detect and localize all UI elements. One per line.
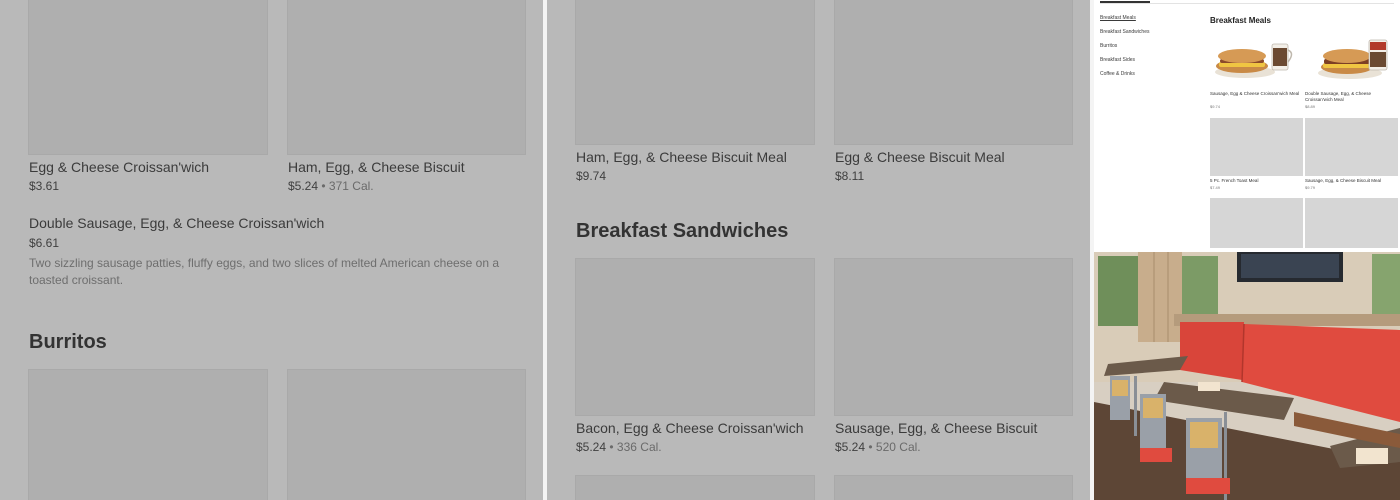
item-name[interactable]: Ham, Egg, & Cheese Biscuit Meal bbox=[576, 149, 787, 165]
item-calories: 336 Cal. bbox=[616, 440, 662, 454]
item-name[interactable]: Ham, Egg, & Cheese Biscuit bbox=[288, 159, 465, 175]
meal-card-image[interactable] bbox=[1305, 30, 1398, 88]
restaurant-interior-image bbox=[1094, 252, 1400, 500]
menu-section-heading: Breakfast Meals bbox=[1210, 16, 1271, 25]
restaurant-interior-photo bbox=[1094, 252, 1400, 500]
item-image-placeholder[interactable] bbox=[834, 258, 1073, 416]
item-name[interactable]: Sausage, Egg, & Cheese Biscuit bbox=[835, 420, 1037, 436]
item-price: $5.24 bbox=[835, 440, 866, 454]
item-calories: 371 Cal. bbox=[328, 179, 374, 193]
meal-card-name[interactable]: Sausage, Egg, & Cheese Biscuit Meal bbox=[1305, 178, 1397, 184]
meal-card-name[interactable]: Sausage, Egg & Cheese Croissan'wich Meal bbox=[1210, 91, 1302, 97]
section-heading-burritos: Burritos bbox=[29, 331, 107, 353]
item-price: $3.61 bbox=[29, 179, 60, 193]
menu-page-thumbnail: Breakfast Meals Breakfast Sandwiches Bur… bbox=[1094, 0, 1400, 248]
sidebar-item-breakfast-meals[interactable]: Breakfast Meals bbox=[1100, 15, 1136, 21]
meal-card-image[interactable] bbox=[1210, 118, 1303, 176]
item-image-placeholder[interactable] bbox=[575, 475, 815, 500]
item-price-line: $5.24 • 520 Cal. bbox=[835, 440, 921, 454]
menu-panel-middle: Ham, Egg, & Cheese Biscuit Meal $9.74 Eg… bbox=[547, 0, 1090, 500]
item-image-placeholder[interactable] bbox=[834, 475, 1073, 500]
section-heading-breakfast-sandwiches: Breakfast Sandwiches bbox=[576, 220, 789, 242]
item-name[interactable]: Bacon, Egg & Cheese Croissan'wich bbox=[576, 420, 804, 436]
separator-dot: • bbox=[321, 179, 326, 193]
featured-item-price: $6.61 bbox=[29, 236, 60, 250]
item-calories: 520 Cal. bbox=[875, 440, 921, 454]
meal-card-name[interactable]: Double Sausage, Egg, & Cheese Croissan'w… bbox=[1305, 91, 1397, 102]
meal-card-price: $9.79 bbox=[1305, 185, 1316, 190]
tab-active-indicator[interactable] bbox=[1100, 1, 1150, 3]
meal-card-name[interactable]: 5 Pc. French Toast Meal bbox=[1210, 178, 1302, 184]
item-image-placeholder[interactable] bbox=[575, 258, 815, 416]
meal-card-price: $8.89 bbox=[1305, 104, 1316, 109]
item-image-placeholder[interactable] bbox=[287, 0, 526, 155]
item-image-placeholder[interactable] bbox=[575, 0, 815, 145]
sidebar-item-coffee-drinks[interactable]: Coffee & Drinks bbox=[1100, 71, 1135, 77]
meal-card-image[interactable] bbox=[1210, 30, 1303, 88]
item-price: $5.24 bbox=[288, 179, 319, 193]
sidebar-item-breakfast-sandwiches[interactable]: Breakfast Sandwiches bbox=[1100, 29, 1149, 35]
item-image-placeholder[interactable] bbox=[834, 0, 1073, 145]
meal-card-image[interactable] bbox=[1305, 198, 1398, 248]
meal-card-price: $7.49 bbox=[1210, 185, 1221, 190]
item-price: $5.24 bbox=[576, 440, 607, 454]
item-image-placeholder[interactable] bbox=[28, 0, 268, 155]
sidebar-item-burritos[interactable]: Burritos bbox=[1100, 43, 1117, 49]
item-name[interactable]: Egg & Cheese Croissan'wich bbox=[29, 159, 209, 175]
meal-card-price: $9.74 bbox=[1210, 104, 1221, 109]
item-price: $8.11 bbox=[835, 169, 865, 183]
item-image-placeholder[interactable] bbox=[287, 369, 526, 500]
menu-panel-left: Egg & Cheese Croissan'wich $3.61 Ham, Eg… bbox=[0, 0, 543, 500]
featured-item-name[interactable]: Double Sausage, Egg, & Cheese Croissan'w… bbox=[29, 215, 324, 231]
sandwich-meal-icon bbox=[1215, 43, 1293, 78]
double-sausage-meal-icon bbox=[1318, 39, 1388, 79]
separator-dot: • bbox=[609, 440, 614, 454]
featured-item-description: Two sizzling sausage patties, fluffy egg… bbox=[29, 256, 500, 287]
item-name[interactable]: Egg & Cheese Biscuit Meal bbox=[835, 149, 1005, 165]
item-price-line: $5.24 • 336 Cal. bbox=[576, 440, 662, 454]
meal-card-image[interactable] bbox=[1305, 118, 1398, 176]
item-price: $9.74 bbox=[576, 169, 607, 183]
screenshot-collage: Egg & Cheese Croissan'wich $3.61 Ham, Eg… bbox=[0, 0, 1400, 500]
item-price-line: $5.24 • 371 Cal. bbox=[288, 179, 374, 193]
item-image-placeholder[interactable] bbox=[28, 369, 268, 500]
sidebar-item-breakfast-sides[interactable]: Breakfast Sides bbox=[1100, 57, 1135, 63]
meal-card-image[interactable] bbox=[1210, 198, 1303, 248]
separator-dot: • bbox=[868, 440, 873, 454]
